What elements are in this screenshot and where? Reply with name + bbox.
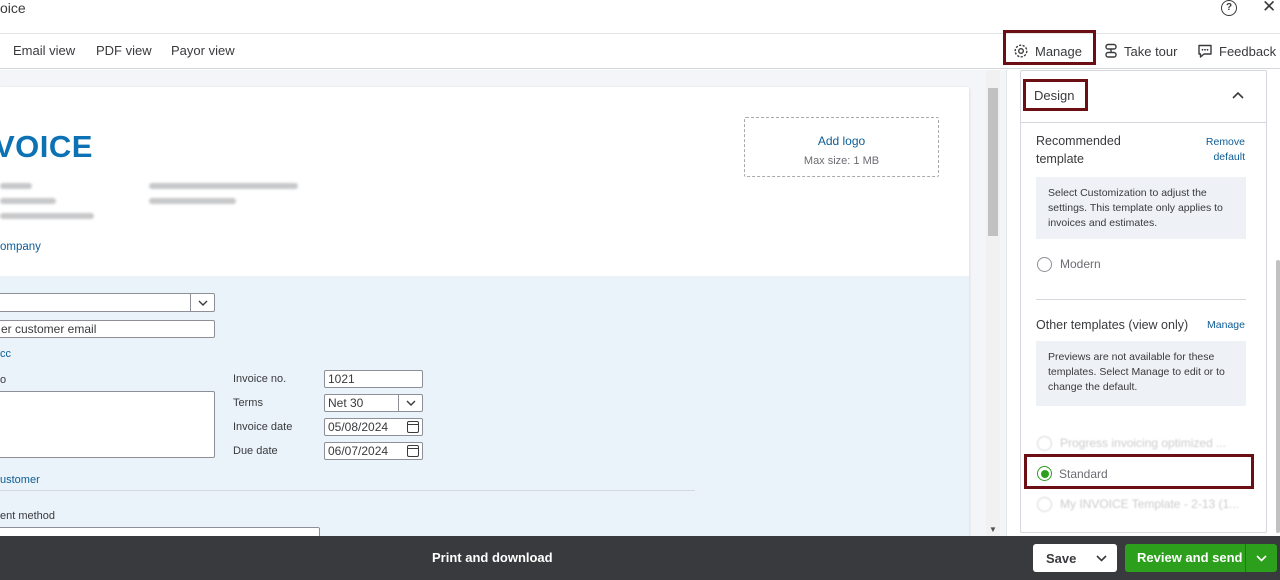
tour-icon xyxy=(1105,43,1117,58)
review-and-send-button[interactable]: Review and send xyxy=(1125,544,1277,572)
chevron-up-icon[interactable] xyxy=(1232,91,1244,99)
add-logo-box[interactable]: Add logo Max size: 1 MB xyxy=(744,117,939,177)
my-template-option[interactable]: My INVOICE Template - 2-13 (1... xyxy=(1021,496,1266,514)
button-split-divider xyxy=(1245,544,1246,572)
window-title: oice xyxy=(0,0,26,16)
my-template-label: My INVOICE Template - 2-13 (1... xyxy=(1060,497,1240,511)
modern-radio[interactable] xyxy=(1037,257,1052,272)
customer-email-input[interactable]: er customer email xyxy=(0,320,215,338)
bill-to-textarea[interactable] xyxy=(0,391,215,458)
invoice-date-label: Invoice date xyxy=(233,421,293,433)
modern-label: Modern xyxy=(1060,257,1101,271)
logo-max-size: Max size: 1 MB xyxy=(803,155,880,167)
my-template-radio[interactable] xyxy=(1037,497,1052,512)
tab-email-view[interactable]: Email view xyxy=(13,43,75,58)
cc-bcc-link[interactable]: cc xyxy=(0,348,11,360)
due-date-input[interactable]: 06/07/2024 xyxy=(324,442,423,460)
invoice-workspace: VOICE ompany Add logo Max size: 1 MB er … xyxy=(0,70,1006,536)
progress-template-label: Progress invoicing optimized ... xyxy=(1060,436,1227,450)
review-and-send-label: Review and send xyxy=(1137,550,1243,565)
terms-select[interactable]: Net 30 xyxy=(324,394,423,412)
edit-company-link[interactable]: ompany xyxy=(0,241,41,253)
chevron-down-icon[interactable] xyxy=(1256,555,1267,562)
scrollbar-thumb[interactable] xyxy=(988,88,998,236)
feedback-icon xyxy=(1198,44,1212,58)
invoice-form-area: er customer email cc o ustomer Invoice n… xyxy=(0,276,969,536)
chevron-down-icon xyxy=(398,395,422,411)
feedback-button[interactable]: Feedback xyxy=(1197,41,1276,61)
footer-bar: Print and download Save Review and send xyxy=(0,536,1280,580)
invoice-paper: VOICE ompany Add logo Max size: 1 MB er … xyxy=(0,87,969,536)
previews-info-box: Previews are not available for these tem… xyxy=(1036,341,1246,406)
design-panel: Design Recommended template Remove defau… xyxy=(1006,70,1280,536)
invoice-no-label: Invoice no. xyxy=(233,373,287,385)
redacted-company-line xyxy=(0,213,94,219)
redacted-company-line xyxy=(0,198,56,204)
bill-to-label: o xyxy=(0,374,7,386)
progress-template-option[interactable]: Progress invoicing optimized ... xyxy=(1021,435,1266,453)
customer-select[interactable] xyxy=(0,293,215,312)
other-templates-heading: Other templates (view only) xyxy=(1036,318,1189,332)
design-highlight-box xyxy=(1023,79,1088,111)
manage-highlight-box xyxy=(1003,30,1096,65)
workspace-scrollbar[interactable]: ▼ xyxy=(986,70,1000,536)
scroll-down-icon[interactable]: ▼ xyxy=(989,525,997,534)
panel-scrollbar[interactable] xyxy=(1276,260,1280,533)
remove-default-link[interactable]: Remove default xyxy=(1193,135,1245,165)
edit-customer-link[interactable]: ustomer xyxy=(0,474,40,486)
terms-label: Terms xyxy=(233,397,263,409)
calendar-icon[interactable] xyxy=(407,421,419,433)
standard-highlight-box xyxy=(1024,454,1254,489)
payment-method-label: ent method xyxy=(0,510,56,522)
panel-divider xyxy=(1036,299,1246,300)
chevron-down-icon xyxy=(190,294,214,311)
tab-payor-view[interactable]: Payor view xyxy=(171,43,235,58)
manage-templates-link[interactable]: Manage xyxy=(1193,318,1245,333)
redacted-phone-line xyxy=(149,198,236,204)
title-bar: oice ? ✕ xyxy=(0,0,1280,34)
add-logo-label: Add logo xyxy=(817,134,866,148)
tab-pdf-view[interactable]: PDF view xyxy=(96,43,152,58)
save-button[interactable]: Save xyxy=(1033,544,1117,572)
redacted-email-line xyxy=(149,183,298,189)
calendar-icon[interactable] xyxy=(407,445,419,457)
take-tour-button[interactable]: Take tour xyxy=(1104,41,1177,61)
progress-template-radio[interactable] xyxy=(1037,436,1052,451)
payment-method-select[interactable] xyxy=(0,527,320,536)
chevron-down-icon[interactable] xyxy=(1096,555,1107,562)
due-date-label: Due date xyxy=(233,445,278,457)
invoice-no-input[interactable]: 1021 xyxy=(324,370,423,388)
redacted-company-line xyxy=(0,183,32,189)
view-tab-bar: Email view PDF view Payor view Manage Ta… xyxy=(0,30,1280,69)
terms-value: Net 30 xyxy=(328,396,364,410)
recommended-template-heading: Recommended template xyxy=(1036,134,1121,166)
save-label: Save xyxy=(1046,550,1077,566)
section-divider xyxy=(0,490,695,491)
invoice-date-input[interactable]: 05/08/2024 xyxy=(324,418,423,436)
help-icon[interactable]: ? xyxy=(1221,0,1237,16)
invoice-heading: VOICE xyxy=(0,129,93,164)
close-icon[interactable]: ✕ xyxy=(1262,0,1276,16)
feedback-label: Feedback xyxy=(1219,43,1277,59)
due-date-value: 06/07/2024 xyxy=(328,444,389,458)
take-tour-label: Take tour xyxy=(1124,43,1178,59)
customization-info-box: Select Customization to adjust the setti… xyxy=(1036,177,1246,239)
print-and-download-button[interactable]: Print and download xyxy=(432,550,553,565)
invoice-date-value: 05/08/2024 xyxy=(328,420,389,434)
